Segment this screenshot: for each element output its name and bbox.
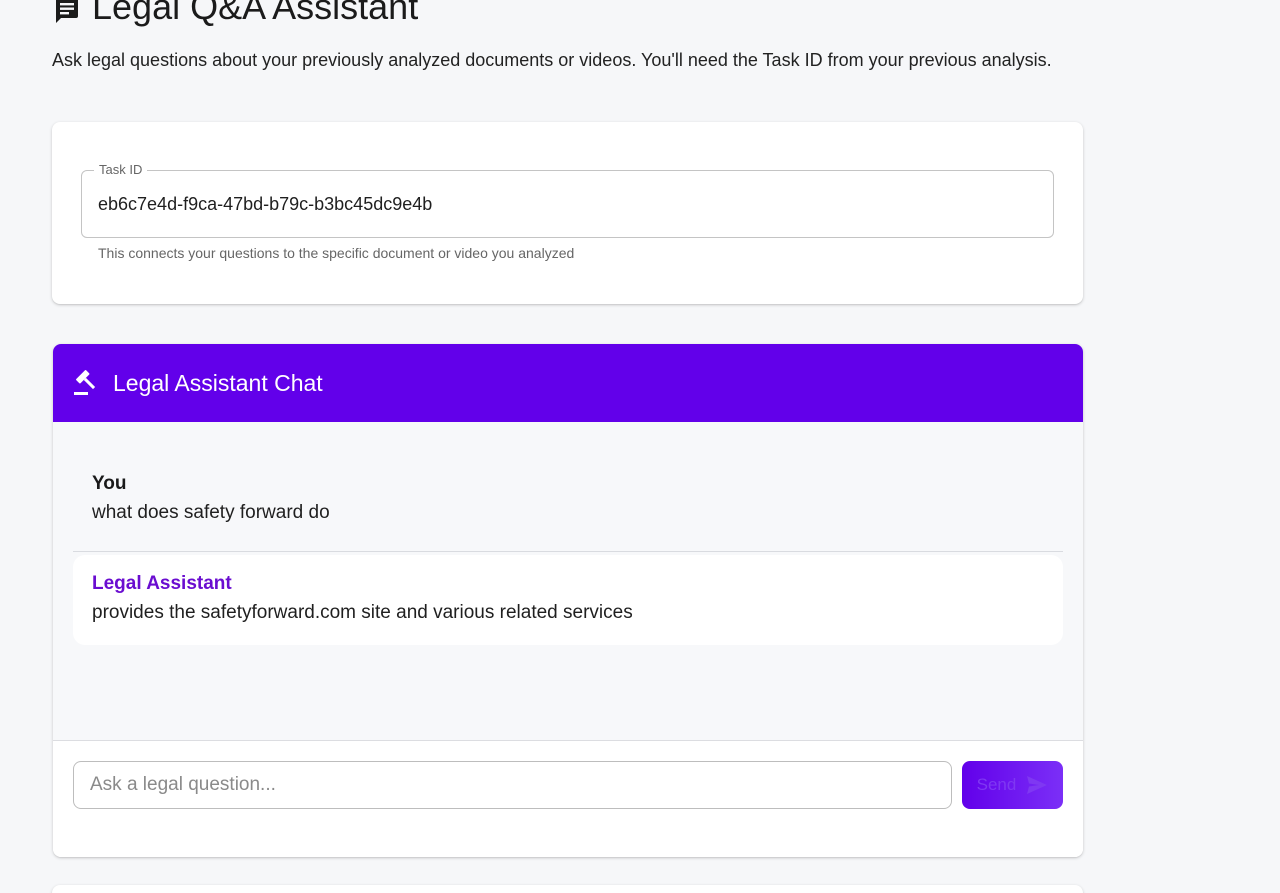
page-title-text: Legal Q&A Assistant <box>92 0 419 27</box>
task-id-field: Task ID <box>81 162 1054 238</box>
page-title: Legal Q&A Assistant <box>52 0 418 28</box>
chat-header: Legal Assistant Chat <box>53 344 1083 422</box>
next-section-card <box>52 885 1083 893</box>
gavel-icon <box>73 369 101 397</box>
question-input[interactable] <box>73 761 952 809</box>
message-sender: Legal Assistant <box>92 573 232 594</box>
message-text: what does safety forward do <box>92 502 330 523</box>
user-message: You what does safety forward do <box>73 452 1063 552</box>
task-id-card: Task ID This connects your questions to … <box>52 122 1083 304</box>
send-button[interactable]: Send <box>962 761 1063 809</box>
document-chat-icon <box>52 0 80 23</box>
send-icon <box>1026 775 1048 795</box>
task-id-input[interactable] <box>98 185 1038 223</box>
message-sender: You <box>92 473 127 494</box>
message-text: provides the safetyforward.com site and … <box>92 602 633 623</box>
assistant-message: Legal Assistant provides the safetyforwa… <box>73 555 1063 645</box>
chat-input-bar: Send <box>53 740 1083 857</box>
chat-messages: You what does safety forward do Legal As… <box>53 422 1083 740</box>
chat-header-title: Legal Assistant Chat <box>113 369 323 396</box>
page-description: Ask legal questions about your previousl… <box>52 50 1052 70</box>
chat-card: Legal Assistant Chat You what does safet… <box>53 344 1083 857</box>
task-id-label: Task ID <box>94 162 148 177</box>
send-button-label: Send <box>976 775 1017 794</box>
task-id-helper-text: This connects your questions to the spec… <box>98 245 575 261</box>
